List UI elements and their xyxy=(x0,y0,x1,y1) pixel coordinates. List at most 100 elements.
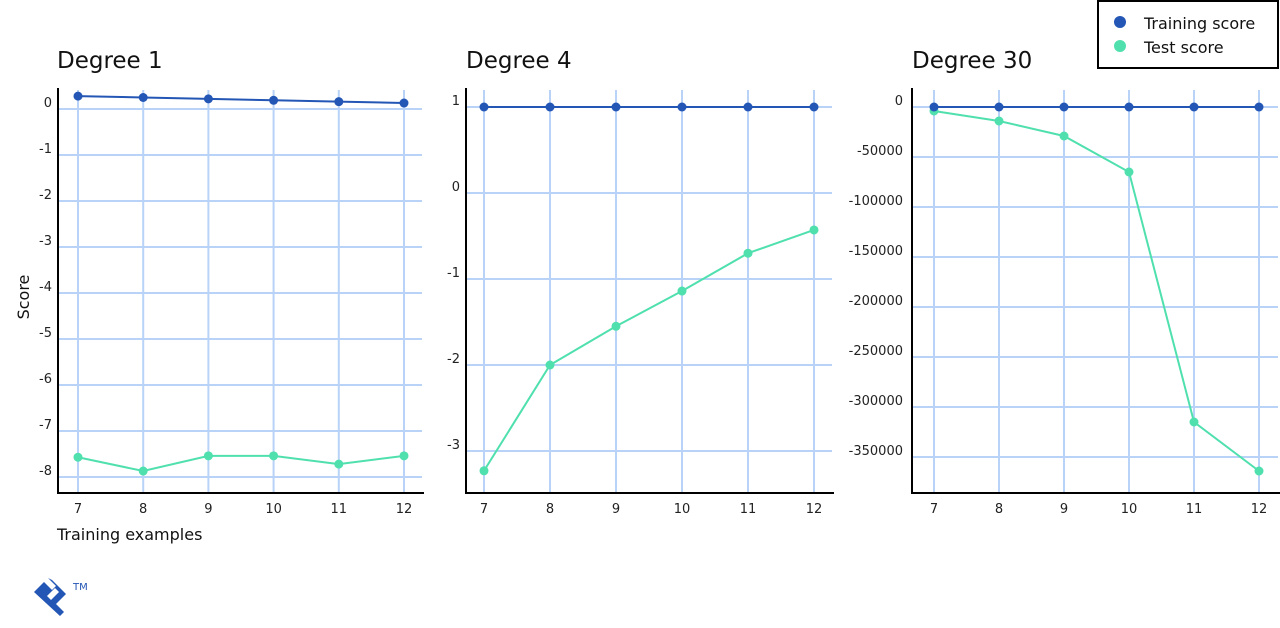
gridlines xyxy=(58,90,422,493)
training-score-point xyxy=(743,102,753,112)
x-tick-label: 8 xyxy=(995,502,1003,517)
training-score-point xyxy=(1124,102,1134,112)
test-score-point xyxy=(138,466,148,476)
training-score-point xyxy=(809,102,819,112)
test-score-point xyxy=(203,451,213,461)
series-training xyxy=(73,91,409,108)
y-tick-label: -7 xyxy=(39,418,52,433)
test-score-point xyxy=(1059,131,1069,141)
y-tick-label: -300000 xyxy=(849,394,903,409)
training-score-point xyxy=(929,102,939,112)
training-score-point xyxy=(677,102,687,112)
test-score-point xyxy=(479,466,489,476)
training-score-point xyxy=(138,93,148,102)
x-tick-label: 7 xyxy=(74,502,82,517)
series-test xyxy=(479,225,819,476)
test-score-point xyxy=(994,116,1004,126)
test-score-line xyxy=(77,454,405,473)
test-score-point xyxy=(73,452,83,462)
x-tick-label: 12 xyxy=(396,502,413,517)
series-training xyxy=(929,102,1264,112)
training-score-point xyxy=(73,91,83,101)
series-test xyxy=(929,106,1264,476)
x-tick-label: 7 xyxy=(930,502,938,517)
y-tick-label: -100000 xyxy=(849,194,903,209)
training-score-point xyxy=(1189,102,1199,112)
test-score-point xyxy=(743,248,753,258)
chart-title: Degree 4 xyxy=(466,48,572,74)
training-score-point xyxy=(1059,102,1069,112)
legend-marker-training xyxy=(1114,16,1126,28)
training-score-point xyxy=(1254,102,1264,112)
y-tick-label: -1 xyxy=(447,266,460,281)
x-tick-label: 11 xyxy=(1186,502,1203,517)
x-tick-label: 11 xyxy=(331,502,348,517)
test-score-line xyxy=(483,229,815,472)
y-tick-label: -2 xyxy=(39,188,52,203)
test-score-point xyxy=(269,451,279,461)
y-tick-label: -250000 xyxy=(849,344,903,359)
y-tick-label: -8 xyxy=(39,464,52,479)
legend: Training score Test score xyxy=(1097,0,1279,69)
test-score-point xyxy=(399,451,409,461)
test-score-point xyxy=(1254,466,1264,476)
test-score-point xyxy=(809,225,819,235)
test-score-point xyxy=(1189,417,1199,427)
x-tick-label: 10 xyxy=(1121,502,1138,517)
x-tick-label: 10 xyxy=(265,502,282,517)
y-tick-label: -50000 xyxy=(857,144,903,159)
x-tick-label: 8 xyxy=(546,502,554,517)
training-score-point xyxy=(479,102,489,112)
legend-marker-test xyxy=(1114,40,1126,52)
y-tick-label: 0 xyxy=(895,94,903,109)
test-score-point xyxy=(545,360,555,370)
y-tick-label: 0 xyxy=(44,96,52,111)
test-score-point xyxy=(611,321,621,331)
y-tick-label: -200000 xyxy=(849,294,903,309)
training-score-point xyxy=(994,102,1004,112)
training-score-point xyxy=(611,102,621,112)
x-tick-label: 12 xyxy=(1251,502,1268,517)
y-tick-label: -5 xyxy=(39,326,52,341)
chart-title: Degree 30 xyxy=(912,48,1032,74)
x-tick-label: 8 xyxy=(139,502,147,517)
training-score-point xyxy=(399,98,409,108)
y-tick-label: -1 xyxy=(39,142,52,157)
y-tick-label: -3 xyxy=(39,234,52,249)
x-tick-label: 7 xyxy=(480,502,488,517)
series-training xyxy=(479,102,819,112)
learning-curves-figure: Degree 10-1-2-3-4-5-6-7-87 8 9 10 11 12Traini… xyxy=(14,0,1280,616)
y-axis-label: Score xyxy=(14,275,33,320)
y-tick-label: -2 xyxy=(447,352,460,367)
legend-label-test: Test score xyxy=(1143,38,1224,57)
y-tick-label: -150000 xyxy=(849,244,903,259)
y-tick-label: 1 xyxy=(452,94,460,109)
chart-panel-2: Degree 410-1-2-37 8 9 10 11 12 xyxy=(447,48,834,517)
gridlines xyxy=(912,90,1278,493)
gridlines xyxy=(466,90,832,493)
test-score-line xyxy=(933,110,1260,472)
trademark-label: TM xyxy=(72,582,88,593)
test-score-point xyxy=(334,459,344,469)
chart-title: Degree 1 xyxy=(57,48,163,74)
chart-panel-1: Degree 1 0 -1 -2 -3 -4 -5 -6 -7 -8 7 8 9 10 11 12 Traini… xyxy=(14,48,424,544)
chart-panel-3: Degree 30 0 -50000 -100000 -150000 -200000 -25… xyxy=(849,48,1280,517)
x-tick-label: 9 xyxy=(612,502,620,517)
x-tick-label: 9 xyxy=(204,502,212,517)
legend-label-training: Training score xyxy=(1143,14,1255,33)
training-score-line xyxy=(77,95,405,105)
y-tick-label: 0 xyxy=(452,180,460,195)
series-test xyxy=(73,451,409,476)
legend-box xyxy=(1097,0,1279,69)
y-tick-label: -6 xyxy=(39,372,52,387)
y-tick-label: -4 xyxy=(39,280,52,295)
x-axis-label: Training examples xyxy=(56,525,202,544)
x-tick-label: 10 xyxy=(674,502,691,517)
toptal-logo: TM xyxy=(34,578,88,616)
y-tick-label: -350000 xyxy=(849,444,903,459)
training-score-point xyxy=(269,95,279,105)
test-score-point xyxy=(677,286,687,296)
x-tick-label: 11 xyxy=(740,502,757,517)
logo-icon xyxy=(34,578,66,616)
x-tick-label: 9 xyxy=(1060,502,1068,517)
